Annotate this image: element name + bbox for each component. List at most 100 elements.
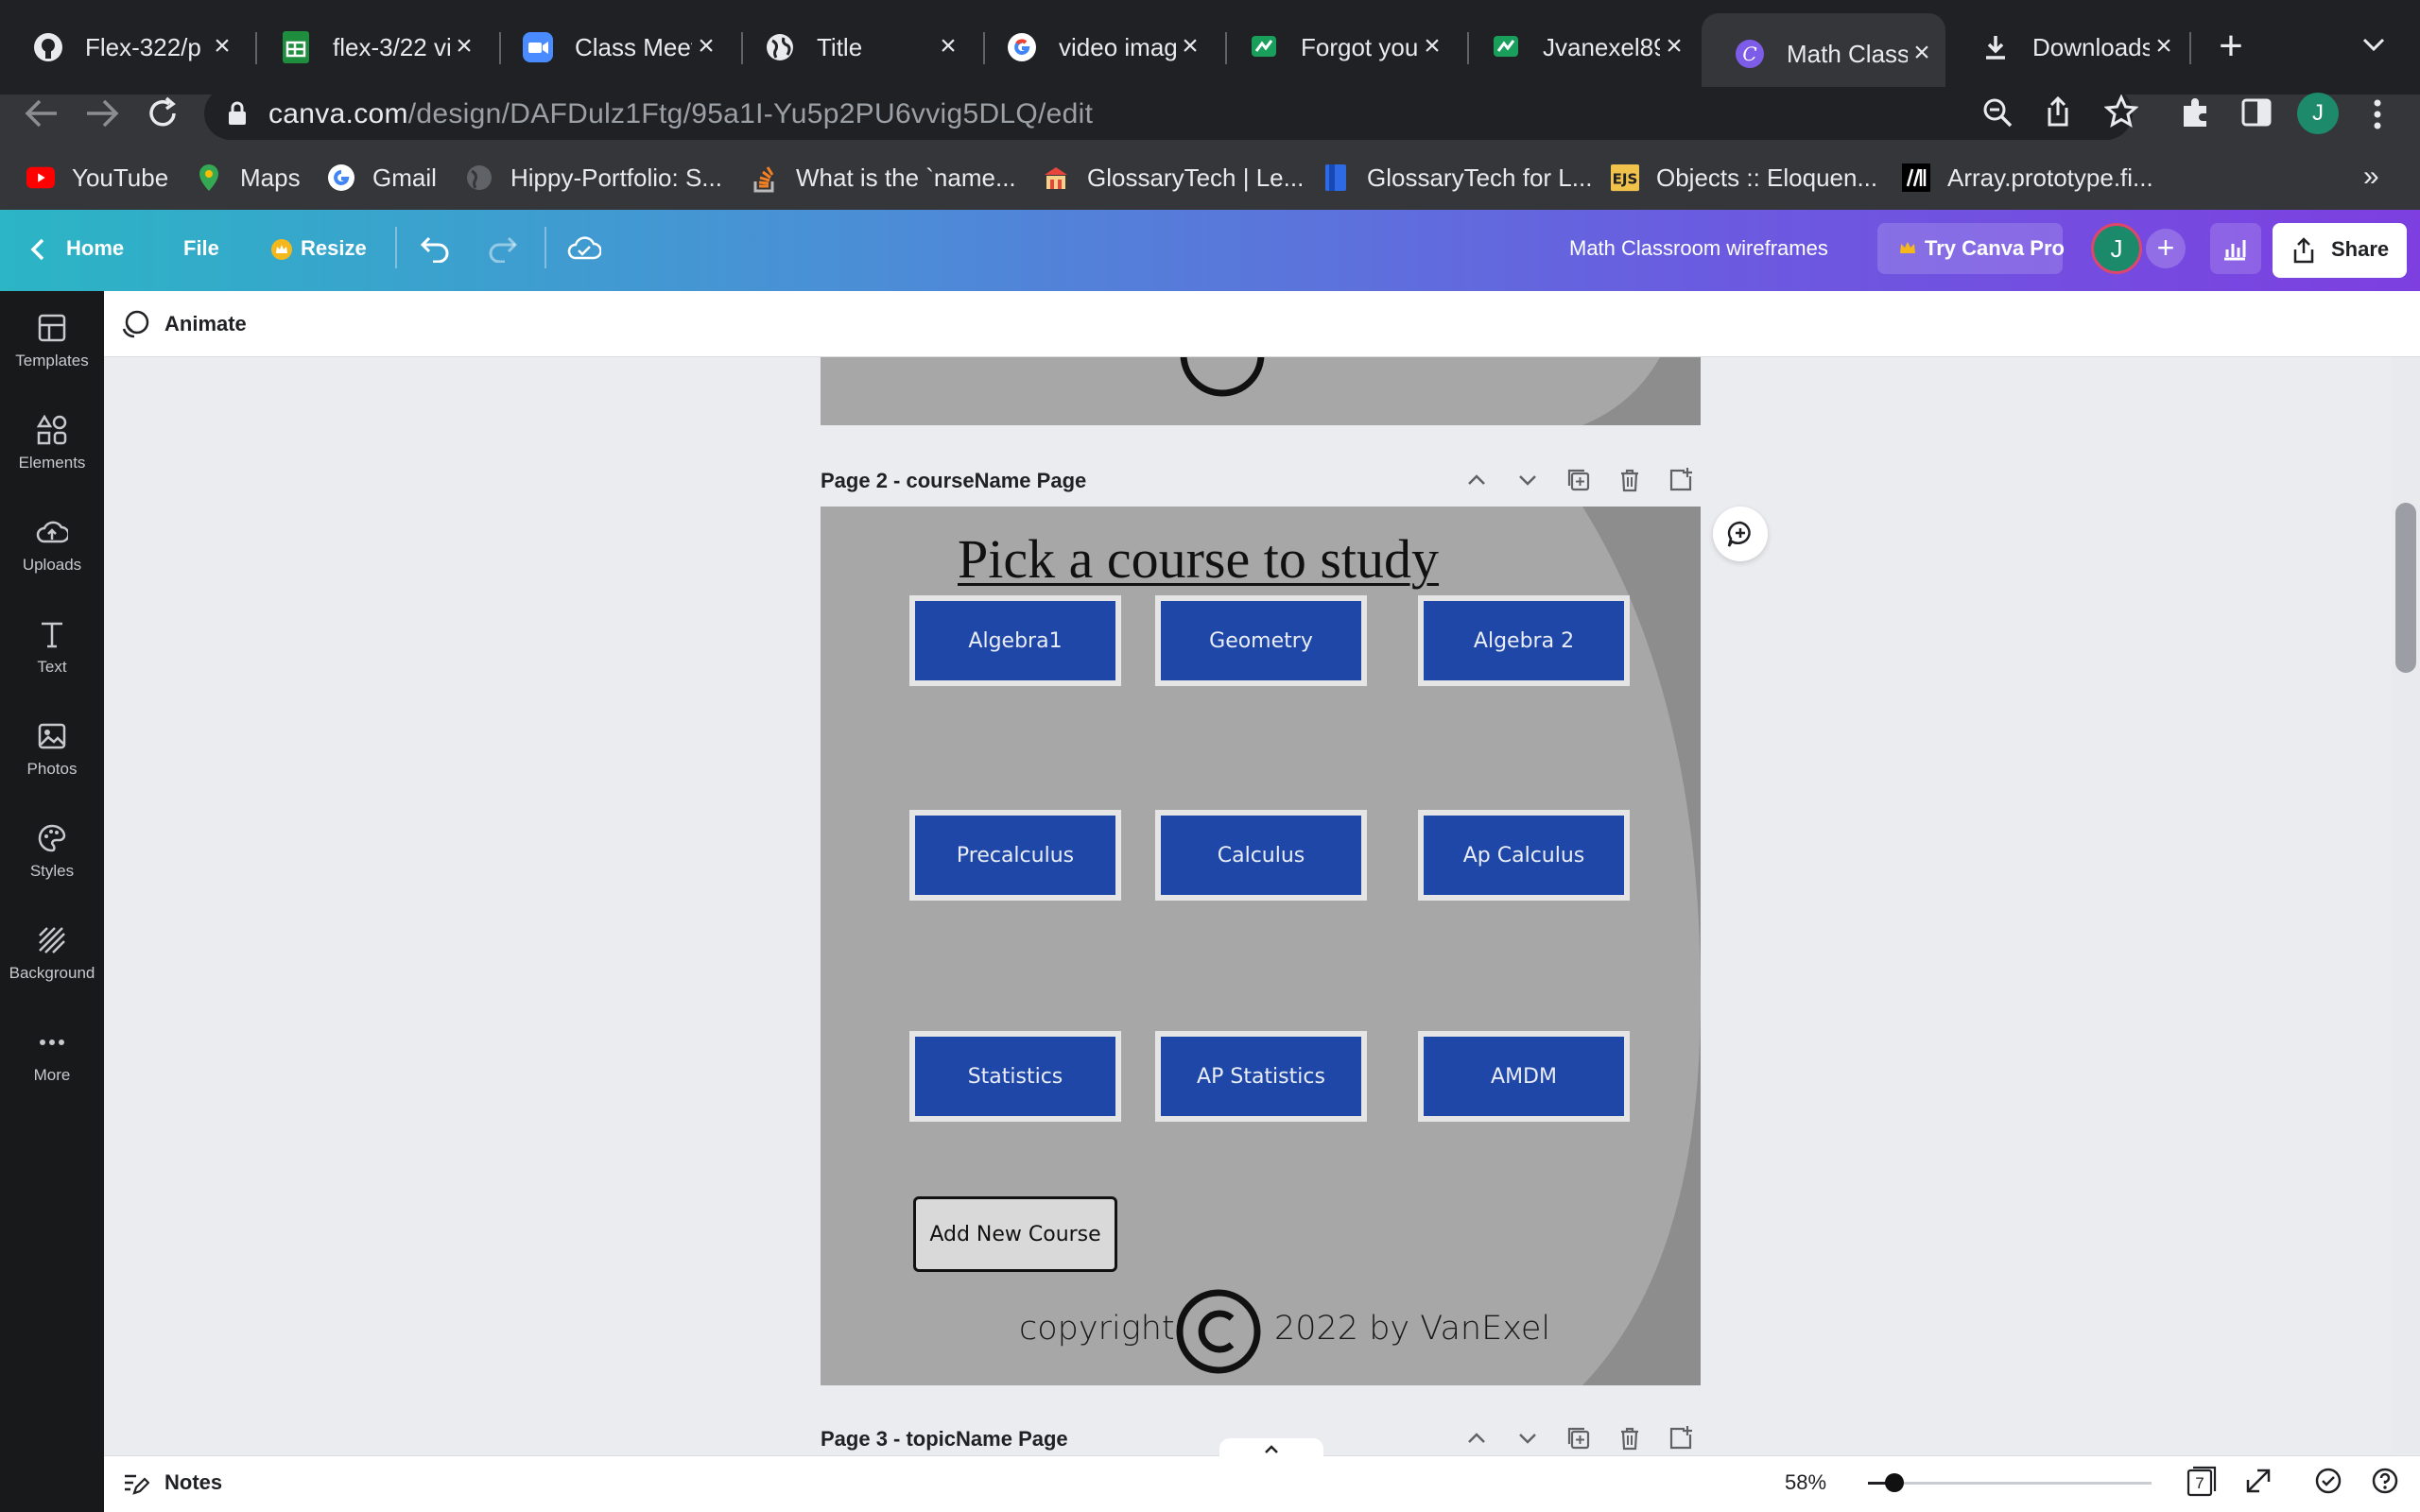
check-grammar-icon[interactable] (2314, 1467, 2342, 1495)
undo-icon[interactable] (420, 232, 452, 263)
design-title[interactable]: Math Classroom wireframes (1569, 236, 1828, 261)
close-tab-icon[interactable]: × (1176, 32, 1204, 61)
collaborator-avatar[interactable]: J (2091, 223, 2142, 274)
bookmark-glossarytech[interactable]: GlossaryTech | Le... (1042, 159, 1304, 197)
forward-icon[interactable] (83, 96, 121, 130)
url-text[interactable]: canva.com/design/DAFDulz1Ftg/95a1I-Yu5p2… (268, 98, 1093, 130)
more-bookmarks-chevron-icon[interactable]: » (2363, 161, 2379, 193)
delete-page-icon[interactable] (1615, 465, 1645, 495)
bookmark-star-icon[interactable] (2104, 94, 2138, 129)
course-button-ap-calculus[interactable]: Ap Calculus (1418, 810, 1630, 901)
animate-button[interactable]: Animate (164, 312, 247, 336)
close-tab-icon[interactable]: × (692, 32, 720, 61)
help-icon[interactable] (2371, 1467, 2399, 1495)
sidebar-item-templates[interactable]: Templates (0, 312, 104, 370)
sidebar-item-more[interactable]: More (0, 1026, 104, 1085)
bookmark-maps[interactable]: Maps (195, 159, 301, 197)
lock-icon[interactable] (227, 100, 248, 127)
browser-tab[interactable]: Downloads × (1947, 19, 2187, 76)
extensions-icon[interactable] (2180, 96, 2212, 129)
sidebar-item-elements[interactable]: Elements (0, 414, 104, 472)
bookmark-youtube[interactable]: YouTube (26, 159, 168, 197)
browser-tab[interactable]: Class Meet × (490, 19, 730, 76)
duplicate-page-icon[interactable] (1564, 1423, 1594, 1453)
bookmark-stackoverflow[interactable]: What is the `name... (751, 159, 1016, 197)
page-1-canvas[interactable] (821, 357, 1701, 425)
page-count-button[interactable]: 7 (2186, 1465, 2218, 1497)
page-2-label[interactable]: Page 2 - courseName Page (821, 469, 1086, 493)
invite-plus-icon[interactable]: + (2146, 229, 2186, 268)
course-button-statistics[interactable]: Statistics (909, 1031, 1121, 1122)
redo-icon[interactable] (486, 232, 518, 263)
close-tab-icon[interactable]: × (1908, 39, 1936, 68)
share-button[interactable]: Share (2273, 223, 2407, 278)
course-button-ap-statistics[interactable]: AP Statistics (1155, 1031, 1367, 1122)
browser-tab[interactable]: Forgot your × (1216, 19, 1456, 76)
bookmark-mdn[interactable]: Array.prototype.fi... (1902, 159, 2153, 197)
course-button-precalculus[interactable]: Precalculus (909, 810, 1121, 901)
animate-icon[interactable] (119, 308, 151, 340)
profile-avatar[interactable]: J (2297, 93, 2339, 134)
zoom-slider-handle[interactable] (1885, 1473, 1904, 1492)
course-button-algebra2[interactable]: Algebra 2 (1418, 595, 1630, 686)
zoom-percentage[interactable]: 58% (1785, 1470, 1826, 1495)
browser-tab[interactable]: video image × (974, 19, 1214, 76)
close-tab-icon[interactable]: × (1660, 32, 1688, 61)
back-icon[interactable] (23, 96, 60, 130)
sidebar-item-background[interactable]: Background (0, 924, 104, 983)
resize-button[interactable]: Resize (301, 236, 367, 261)
course-button-calculus[interactable]: Calculus (1155, 810, 1367, 901)
bookmark-eloquent-js[interactable]: EJS Objects :: Eloquen... (1611, 159, 1877, 197)
reload-icon[interactable] (144, 94, 182, 132)
notes-icon[interactable] (121, 1469, 149, 1497)
bookmark-hippy-portfolio[interactable]: Hippy-Portfolio: S... (465, 159, 722, 197)
sidebar-item-photos[interactable]: Photos (0, 720, 104, 779)
browser-tab-active[interactable]: C Math Class × (1702, 13, 1945, 94)
tab-search-chevron-icon[interactable] (2360, 34, 2397, 62)
add-page-icon[interactable] (1666, 1423, 1696, 1453)
new-tab-button[interactable]: + (2212, 26, 2250, 67)
page-3-label[interactable]: Page 3 - topicName Page (821, 1427, 1068, 1452)
close-tab-icon[interactable]: × (2150, 32, 2178, 61)
share-page-icon[interactable] (2042, 94, 2074, 129)
duplicate-page-icon[interactable] (1564, 465, 1594, 495)
close-tab-icon[interactable]: × (208, 32, 236, 61)
add-new-course-button[interactable]: Add New Course (913, 1196, 1117, 1272)
add-page-icon[interactable] (1666, 465, 1696, 495)
move-page-up-icon[interactable] (1461, 1423, 1492, 1453)
sidebar-item-styles[interactable]: Styles (0, 822, 104, 881)
close-tab-icon[interactable]: × (450, 32, 478, 61)
browser-menu-icon[interactable] (2369, 98, 2386, 130)
move-page-down-icon[interactable] (1512, 465, 1543, 495)
fullscreen-icon[interactable] (2244, 1467, 2273, 1495)
browser-tab[interactable]: Title × (732, 19, 972, 76)
browser-tab[interactable]: Flex-322/p × (0, 19, 246, 76)
delete-page-icon[interactable] (1615, 1423, 1645, 1453)
close-tab-icon[interactable]: × (934, 32, 962, 61)
page-2-canvas[interactable]: Pick a course to study Algebra1 Geometry… (821, 507, 1701, 1385)
file-menu-button[interactable]: File (183, 236, 219, 261)
course-button-algebra1[interactable]: Algebra1 (909, 595, 1121, 686)
bookmark-gmail[interactable]: Gmail (327, 159, 437, 197)
course-button-geometry[interactable]: Geometry (1155, 595, 1367, 686)
back-chevron-icon[interactable] (28, 236, 47, 263)
zoom-magnifier-icon[interactable] (1981, 96, 2014, 129)
home-button[interactable]: Home (66, 236, 124, 261)
add-comment-button[interactable] (1713, 507, 1768, 561)
move-page-up-icon[interactable] (1461, 465, 1492, 495)
insights-button[interactable] (2210, 223, 2261, 274)
sidebar-item-uploads[interactable]: Uploads (0, 516, 104, 575)
zoom-slider[interactable] (1868, 1482, 2152, 1485)
youtube-icon (26, 163, 55, 192)
move-page-down-icon[interactable] (1512, 1423, 1543, 1453)
close-tab-icon[interactable]: × (1418, 32, 1446, 61)
notes-button[interactable]: Notes (164, 1470, 222, 1495)
bookmark-glossarytech-l[interactable]: GlossaryTech for L... (1322, 159, 1592, 197)
expand-pages-tab[interactable] (1219, 1438, 1323, 1459)
scrollbar-thumb[interactable] (2395, 503, 2416, 673)
sidebar-item-text[interactable]: Text (0, 618, 104, 677)
course-button-amdm[interactable]: AMDM (1418, 1031, 1630, 1122)
side-panel-icon[interactable] (2240, 96, 2273, 129)
browser-tab[interactable]: flex-3/22 vi × (248, 19, 488, 76)
browser-tab[interactable]: Jvanexel89 × (1458, 19, 1698, 76)
